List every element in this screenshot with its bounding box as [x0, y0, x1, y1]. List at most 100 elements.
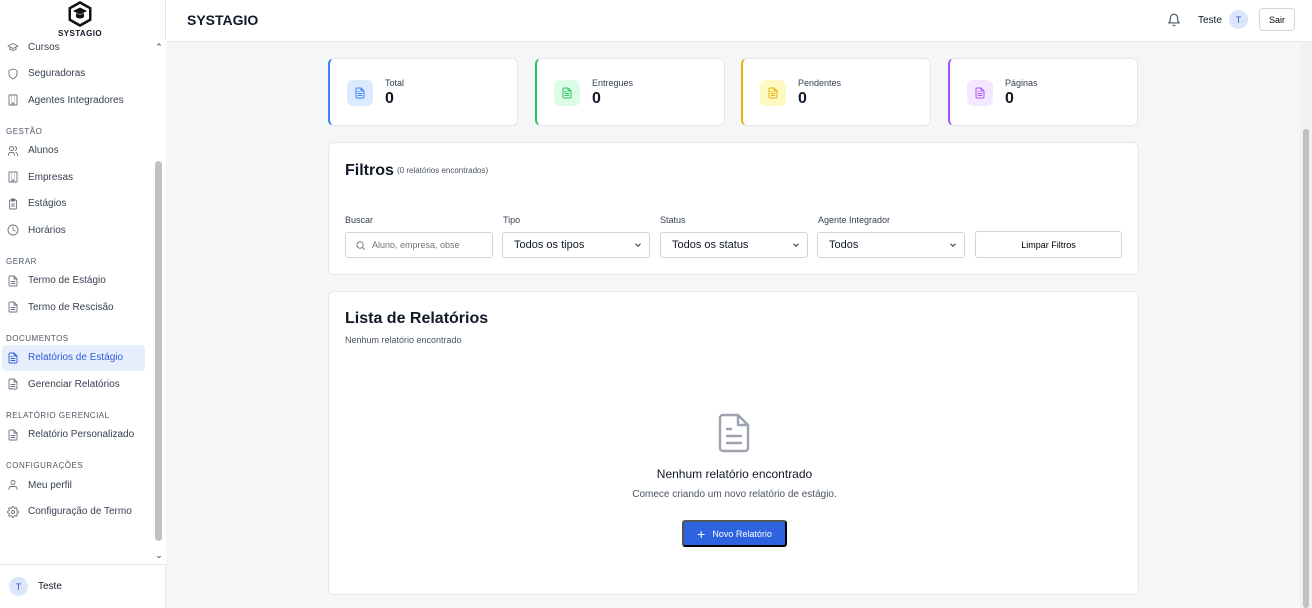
sidebar-item-label: Empresas	[28, 171, 74, 183]
sidebar-item-agentes-integradores[interactable]: Agentes Integradores	[0, 87, 145, 114]
sidebar-item-label: Agentes Integradores	[28, 94, 124, 106]
sidebar-scroll-thumb[interactable]	[155, 161, 162, 541]
sidebar-item-gerenciar-relatorios[interactable]: Gerenciar Relatórios	[0, 371, 145, 398]
status-select-value: Todos os status	[672, 239, 749, 251]
sidebar-item-termo-de-rescisao[interactable]: Termo de Rescisão	[0, 294, 145, 321]
scroll-up-icon[interactable]: ⌃	[154, 42, 164, 52]
main-scroll-thumb[interactable]	[1303, 129, 1309, 608]
new-report-label: Novo Relatório	[712, 528, 772, 539]
sidebar-item-termo-de-estagio[interactable]: Termo de Estágio	[0, 268, 145, 295]
new-report-button[interactable]: + Novo Relatório	[682, 520, 787, 547]
sidebar-item-alunos[interactable]: Alunos	[0, 138, 145, 165]
status-select[interactable]: Todos os status	[660, 232, 808, 258]
sidebar-item-relatorio-personalizado[interactable]: Relatório Personalizado	[0, 422, 145, 449]
search-label: Buscar	[345, 215, 374, 225]
file-icon	[7, 275, 19, 287]
clear-filters-button[interactable]: Limpar Filtros	[975, 231, 1122, 258]
sidebar-item-relatorios-de-estagio[interactable]: Relatórios de Estágio	[2, 344, 145, 371]
clock-icon	[7, 224, 19, 236]
empty-state-title: Nenhum relatório encontrado	[656, 467, 813, 481]
stat-file-icon	[967, 80, 993, 106]
chevron-down-icon	[950, 243, 956, 247]
sidebar-item-label: Relatório Personalizado	[28, 429, 135, 441]
empty-document-icon	[718, 413, 750, 453]
sidebar-item-seguradoras[interactable]: Seguradoras	[0, 61, 145, 88]
scroll-down-icon[interactable]: ⌄	[154, 550, 164, 560]
clipboard-icon	[7, 198, 19, 210]
stat-file-icon	[554, 80, 580, 106]
sidebar-item-label: Termo de Estágio	[28, 275, 106, 287]
stat-label: Entregues	[592, 78, 634, 88]
empty-state-text: Comece criando um novo relatório de está…	[632, 489, 837, 500]
logout-button[interactable]: Sair	[1259, 8, 1295, 31]
stat-value: 0	[385, 90, 394, 107]
type-select-value: Todos os tipos	[514, 239, 585, 251]
search-field[interactable]	[345, 232, 493, 258]
list-title: Lista de Relatórios	[345, 310, 489, 327]
building-icon	[7, 94, 19, 106]
stat-card-pending: Pendentes 0	[741, 58, 931, 126]
sidebar-user-name: Teste	[38, 581, 62, 592]
stat-file-icon	[347, 80, 373, 106]
header-user-name: Teste	[1198, 15, 1222, 26]
sidebar-item-cursos[interactable]: Cursos	[0, 40, 145, 61]
file-icon	[7, 301, 19, 313]
sidebar-item-estagios[interactable]: Estágios	[0, 191, 145, 218]
sidebar-section-gerar: GERAR	[6, 256, 37, 266]
sidebar-item-configuracao-de-termo[interactable]: Configuração de Termo	[0, 499, 145, 526]
stat-value: 0	[1005, 90, 1014, 107]
logo[interactable]: SYSTAGIO	[0, 0, 160, 40]
agent-label: Agente Integrador	[818, 215, 891, 225]
user-icon	[7, 479, 19, 491]
main-scrollbar[interactable]	[1300, 43, 1312, 608]
chevron-down-icon	[793, 243, 799, 247]
agent-select[interactable]: Todos	[817, 232, 965, 258]
header-avatar[interactable]: T	[1229, 10, 1248, 29]
sidebar-item-label: Seguradoras	[28, 68, 86, 80]
gear-icon	[7, 505, 19, 518]
sidebar-item-label: Cursos	[28, 41, 60, 53]
users-icon	[7, 145, 19, 157]
sidebar: SYSTAGIO Cursos Seguradoras Agentes Integr…	[0, 0, 166, 608]
graduation-cap-icon	[7, 41, 19, 53]
stat-card-pages: Páginas 0	[948, 58, 1138, 126]
sidebar-item-meu-perfil[interactable]: Meu perfil	[0, 472, 145, 499]
sidebar-item-label: Horários	[28, 224, 66, 236]
status-label: Status	[660, 215, 686, 225]
sidebar-nav-list: Cursos Seguradoras Agentes Integradores GES…	[0, 40, 152, 525]
top-header: SYSTAGIO Teste T Sair	[166, 0, 1312, 42]
logo-text: SYSTAGIO	[58, 29, 102, 38]
stat-card-delivered: Entregues 0	[535, 58, 725, 126]
plus-icon: +	[697, 525, 706, 542]
shield-icon	[7, 68, 19, 80]
stat-card-total: Total 0	[328, 58, 518, 126]
stat-value: 0	[592, 90, 601, 107]
stat-file-icon	[760, 80, 786, 106]
sidebar-item-empresas[interactable]: Empresas	[0, 164, 145, 191]
filters-count: (0 relatórios encontrados)	[397, 166, 489, 175]
sidebar-user[interactable]: T Teste	[0, 564, 166, 608]
type-label: Tipo	[503, 215, 521, 225]
agent-select-value: Todos	[829, 239, 859, 251]
reports-list-panel: Lista de Relatórios Nenhum relatório enc…	[328, 291, 1139, 595]
sidebar-scrollbar[interactable]: ⌃ ⌄	[152, 40, 166, 564]
chevron-down-icon	[635, 243, 641, 247]
type-select[interactable]: Todos os tipos	[502, 232, 650, 258]
sidebar-item-horarios[interactable]: Horários	[0, 217, 145, 244]
filters-title: Filtros	[345, 162, 394, 179]
file-text-icon	[7, 352, 19, 364]
search-icon	[356, 240, 365, 250]
stat-label: Páginas	[1005, 78, 1038, 88]
sidebar-section-gestao: GESTÃO	[6, 126, 43, 136]
page-title: SYSTAGIO	[187, 12, 259, 28]
sidebar-section-documentos: DOCUMENTOS	[6, 333, 69, 343]
stat-label: Total	[385, 78, 405, 88]
sidebar-section-relatorio-gerencial: RELATÓRIO GERENCIAL	[6, 410, 110, 420]
bell-icon[interactable]	[1167, 12, 1181, 28]
search-input[interactable]	[372, 240, 482, 250]
sidebar-item-label: Alunos	[28, 145, 59, 157]
sidebar-section-configuracoes: CONFIGURAÇÕES	[6, 461, 84, 470]
sidebar-item-label: Estágios	[28, 198, 67, 210]
sidebar-item-label: Gerenciar Relatórios	[28, 378, 120, 390]
file-icon	[7, 429, 19, 441]
